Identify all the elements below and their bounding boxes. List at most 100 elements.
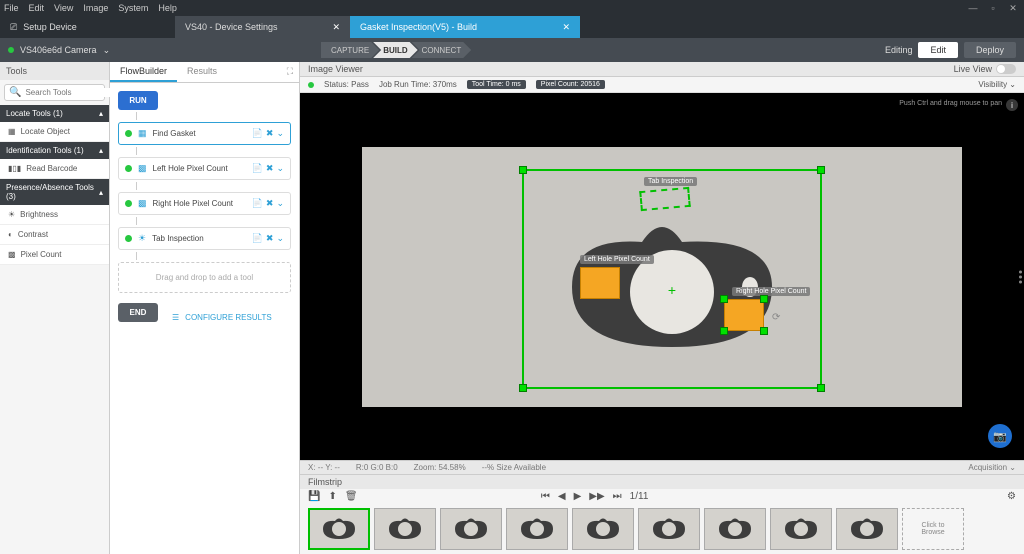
dropzone[interactable]: Drag and drop to add a tool xyxy=(118,262,291,293)
edit-button[interactable]: Edit xyxy=(918,42,958,58)
roi-right-hole[interactable] xyxy=(724,299,764,331)
close-icon[interactable]: ✕ xyxy=(332,22,340,33)
window-maximize-icon[interactable]: ▫ xyxy=(986,3,1000,14)
copy-icon[interactable]: 📄 xyxy=(252,198,263,209)
pixel-count-pill: Pixel Count: 20516 xyxy=(536,80,605,89)
flow-tab-results[interactable]: Results xyxy=(177,62,227,82)
visibility-dropdown[interactable]: Visibility ⌄ xyxy=(978,80,1016,89)
step-connect[interactable]: CONNECT xyxy=(412,42,472,58)
thumbnail-browse[interactable]: Click toBrowse xyxy=(902,508,964,550)
thumbnail[interactable] xyxy=(836,508,898,550)
camera-selector[interactable]: VS406e6d Camera ⌄ xyxy=(8,45,110,56)
tool-read-barcode[interactable]: ▮▯▮Read Barcode xyxy=(0,159,109,179)
first-icon[interactable]: ⏮ xyxy=(541,491,550,502)
step-capture[interactable]: CAPTURE xyxy=(321,42,379,58)
barcode-icon: ▮▯▮ xyxy=(8,164,21,173)
node-label: Tab Inspection xyxy=(152,234,204,243)
roi-tab[interactable] xyxy=(639,186,691,210)
device-icon: ⎚ xyxy=(10,22,17,33)
tool-brightness[interactable]: ☀Brightness xyxy=(0,205,109,225)
close-icon[interactable]: ✕ xyxy=(562,22,570,33)
tab-device-settings[interactable]: VS40 - Device Settings ✕ xyxy=(175,16,350,38)
upload-icon[interactable]: ⬆ xyxy=(328,491,336,502)
configure-results-link[interactable]: ☰ CONFIGURE RESULTS xyxy=(172,313,272,322)
capture-fab[interactable]: 📷 xyxy=(988,424,1012,448)
tab-bar: ⎚ Setup Device VS40 - Device Settings ✕ … xyxy=(0,16,1024,38)
copy-icon[interactable]: 📄 xyxy=(252,163,263,174)
group-identification[interactable]: Identification Tools (1)▴ xyxy=(0,142,109,159)
thumbnail[interactable] xyxy=(374,508,436,550)
node-tab-inspection[interactable]: ☀ Tab Inspection 📄✖⌄ xyxy=(118,227,291,250)
viewer-panel: Image Viewer Live View Status: Pass Job … xyxy=(300,62,1024,554)
status-dot-icon xyxy=(125,235,132,242)
chevron-up-icon: ▴ xyxy=(99,188,103,197)
live-view-label: Live View xyxy=(954,64,992,74)
status-dot-icon xyxy=(125,200,132,207)
image-canvas[interactable]: i Push Ctrl and drag mouse to pan + xyxy=(300,93,1024,460)
thumbnail[interactable] xyxy=(506,508,568,550)
delete-icon[interactable]: ✖ xyxy=(266,128,274,139)
list-icon: ☰ xyxy=(172,313,179,322)
tool-pixel-count[interactable]: ▩Pixel Count xyxy=(0,245,109,265)
camera-name: VS406e6d Camera xyxy=(20,45,97,55)
menu-file[interactable]: File xyxy=(4,3,19,13)
thumbnail[interactable] xyxy=(704,508,766,550)
info-icon[interactable]: i xyxy=(1006,99,1018,111)
menu-image[interactable]: Image xyxy=(83,3,108,13)
deploy-button[interactable]: Deploy xyxy=(964,42,1016,58)
tab-gasket-inspection[interactable]: Gasket Inspection(V5) - Build ✕ xyxy=(350,16,580,38)
step-build[interactable]: BUILD xyxy=(373,42,417,58)
copy-icon[interactable]: 📄 xyxy=(252,128,263,139)
play-icon[interactable]: ▶ xyxy=(574,491,582,502)
menu-edit[interactable]: Edit xyxy=(29,3,45,13)
delete-icon[interactable]: ✖ xyxy=(266,233,274,244)
editing-label: Editing xyxy=(885,45,913,55)
chevron-down-icon[interactable]: ⌄ xyxy=(276,128,284,139)
node-run[interactable]: RUN xyxy=(118,91,158,110)
group-presence[interactable]: Presence/Absence Tools (3)▴ xyxy=(0,179,109,205)
rotate-handle-icon[interactable]: ⟳ xyxy=(772,312,780,323)
chevron-down-icon[interactable]: ⌄ xyxy=(276,163,284,174)
thumbnail[interactable] xyxy=(572,508,634,550)
last-icon[interactable]: ⏭ xyxy=(613,491,622,502)
thumbnail[interactable] xyxy=(638,508,700,550)
gear-icon[interactable]: ⚙ xyxy=(1007,491,1016,502)
thumbnail[interactable] xyxy=(440,508,502,550)
chevron-down-icon[interactable]: ⌄ xyxy=(276,233,284,244)
roi-left-hole[interactable] xyxy=(580,267,620,299)
thumbnail[interactable] xyxy=(770,508,832,550)
grid-icon: ▦ xyxy=(8,127,16,136)
live-view-toggle[interactable] xyxy=(996,64,1016,74)
trash-icon[interactable]: 🗑 xyxy=(345,491,358,502)
tools-search[interactable]: 🔍 xyxy=(4,84,105,101)
pixel-icon: ▩ xyxy=(8,250,16,259)
prev-icon[interactable]: ◀ xyxy=(558,491,566,502)
tool-contrast[interactable]: ◐Contrast xyxy=(0,225,109,245)
window-close-icon[interactable]: ✕ xyxy=(1006,3,1020,14)
filmstrip-panel: Filmstrip 💾 ⬆ 🗑 ⏮ ◀ ▶ ▶▶ ⏭ 1/11 ⚙ xyxy=(300,474,1024,554)
group-locate[interactable]: Locate Tools (1)▴ xyxy=(0,105,109,122)
window-minimize-icon[interactable]: — xyxy=(966,3,980,14)
chevron-down-icon[interactable]: ⌄ xyxy=(276,198,284,209)
delete-icon[interactable]: ✖ xyxy=(266,163,274,174)
acquisition-dropdown[interactable]: Acquisition ⌄ xyxy=(968,463,1016,472)
save-icon[interactable]: 💾 xyxy=(308,491,320,502)
flow-tab-builder[interactable]: FlowBuilder xyxy=(110,62,177,82)
tool-time-pill: Tool Time: 0 ms xyxy=(467,80,526,89)
menu-view[interactable]: View xyxy=(54,3,73,13)
menu-system[interactable]: System xyxy=(118,3,148,13)
node-end[interactable]: END xyxy=(118,303,158,322)
drag-handle-icon[interactable] xyxy=(1019,270,1022,283)
workflow-progress: CAPTURE BUILD CONNECT xyxy=(321,42,471,58)
expand-icon[interactable]: ⛶ xyxy=(281,62,299,82)
tab-setup-device[interactable]: ⎚ Setup Device xyxy=(0,16,175,38)
menu-help[interactable]: Help xyxy=(158,3,177,13)
delete-icon[interactable]: ✖ xyxy=(266,198,274,209)
node-left-hole[interactable]: ▩ Left Hole Pixel Count 📄✖⌄ xyxy=(118,157,291,180)
node-right-hole[interactable]: ▩ Right Hole Pixel Count 📄✖⌄ xyxy=(118,192,291,215)
copy-icon[interactable]: 📄 xyxy=(252,233,263,244)
next-icon[interactable]: ▶▶ xyxy=(589,491,604,502)
node-find-gasket[interactable]: ▦ Find Gasket 📄✖⌄ xyxy=(118,122,291,145)
thumbnail[interactable] xyxy=(308,508,370,550)
tool-locate-object[interactable]: ▦Locate Object xyxy=(0,122,109,142)
